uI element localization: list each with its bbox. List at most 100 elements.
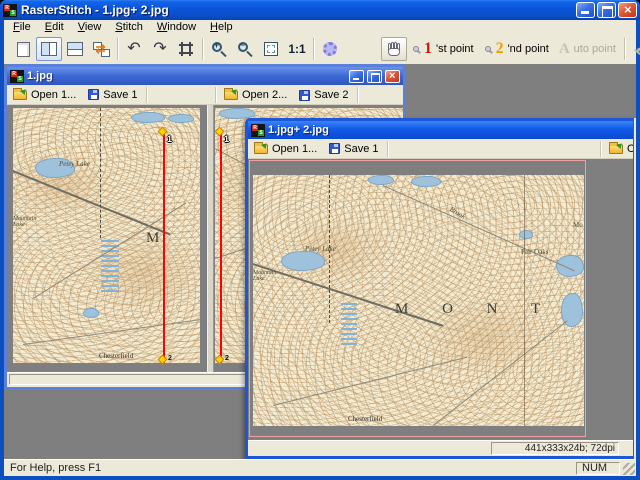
toolbar-separator: [146, 87, 147, 103]
front-window-statusbar: 441x333x24b; 72dpi: [248, 440, 636, 456]
front-window-titlebar[interactable]: 1.jpg+ 2.jpg: [248, 121, 636, 139]
front-save1-label: Save 1: [344, 143, 378, 155]
open-folder-icon: [609, 144, 623, 154]
split-horizontal-button[interactable]: [62, 37, 88, 61]
petey-lake-shape: [281, 251, 325, 271]
save1-label: Save 1: [103, 89, 137, 101]
back-window-titlebar[interactable]: 1.jpg: [7, 67, 403, 85]
window-frame: File Edit View Stitch Window Help + − 1:…: [0, 20, 640, 480]
first-point-marker-label: 1: [224, 134, 229, 144]
front-open2-button[interactable]: Open 2...: [603, 139, 636, 159]
new-page-icon: [17, 42, 30, 57]
map-letters-mont: M O N T: [395, 301, 555, 318]
rotate-right-button[interactable]: [147, 37, 173, 61]
document-icon: [251, 124, 265, 137]
lake-shape: [168, 114, 194, 123]
pan-tool-button[interactable]: [381, 37, 407, 61]
second-point-marker-label: 2: [225, 355, 229, 362]
crop-button[interactable]: [173, 37, 199, 61]
rasterstitch-app: RasterStitch - 1.jpg+ 2.jpg File Edit Vi…: [0, 0, 640, 480]
image1-map[interactable]: Petey Lake Mountain Lake M Chesterfield: [13, 108, 200, 363]
second-point-button[interactable]: 2 'nd point: [479, 37, 554, 61]
resize-grip[interactable]: [623, 463, 635, 475]
save1-button[interactable]: Save 1: [82, 85, 143, 105]
main-titlebar[interactable]: RasterStitch - 1.jpg+ 2.jpg: [0, 0, 640, 20]
running-man-icon: [633, 42, 640, 57]
front-save1-button[interactable]: Save 1: [323, 139, 384, 159]
document-icon: [10, 70, 24, 83]
num-lock-indicator: NUM: [576, 462, 620, 475]
second-point-label: 'nd point: [508, 43, 549, 55]
open-folder-icon: [13, 90, 27, 100]
split-vertical-button[interactable]: [36, 37, 62, 61]
crop-icon: [178, 41, 194, 57]
rotate-left-button[interactable]: [121, 37, 147, 61]
back-close-button[interactable]: [385, 70, 400, 83]
menu-file[interactable]: File: [6, 20, 38, 34]
mdi-area: 1.jpg Open 1... Save 1: [4, 64, 636, 459]
menu-edit[interactable]: Edit: [38, 20, 71, 34]
main-statusbar: For Help, press F1 NUM: [4, 459, 636, 476]
toolbar-separator: [600, 141, 601, 157]
vertical-split-icon: [41, 42, 57, 56]
options-button[interactable]: [317, 37, 343, 61]
menu-view[interactable]: View: [71, 20, 109, 34]
open-folder-icon: [224, 90, 238, 100]
gear-icon: [323, 42, 337, 56]
fit-to-window-button[interactable]: [258, 37, 284, 61]
pane-splitter[interactable]: [207, 105, 214, 372]
auto-point-button[interactable]: A uto point: [554, 37, 621, 61]
front-window-body: Brook Fair Oaks Mo Petey Lake Mountain L…: [248, 159, 636, 440]
front-window-toolbar: Open 1... Save 1 Open 2...: [248, 139, 636, 159]
back-window-title: 1.jpg: [27, 70, 346, 82]
close-button[interactable]: [618, 2, 637, 18]
stitch-preview-frame: Brook Fair Oaks Mo Petey Lake Mountain L…: [249, 160, 586, 437]
marsh-shape: [101, 240, 119, 292]
marsh-shape: [341, 303, 357, 345]
back-minimize-button[interactable]: [349, 70, 364, 83]
stitched-result-window: 1.jpg+ 2.jpg Open 1... Save 1 Ope: [245, 118, 636, 459]
maximize-button[interactable]: [597, 2, 616, 18]
petey-lake-label: Petey Lake: [305, 245, 336, 253]
pin-icon: [484, 43, 494, 56]
floppy-disk-icon: [299, 90, 310, 101]
front-open1-button[interactable]: Open 1...: [248, 139, 323, 159]
open2-label: Open 2...: [242, 89, 287, 101]
menu-window[interactable]: Window: [150, 20, 203, 34]
road-line: [383, 185, 575, 271]
menu-stitch[interactable]: Stitch: [108, 20, 150, 34]
second-point-marker-label: 2: [168, 355, 172, 362]
open1-button[interactable]: Open 1...: [7, 85, 82, 105]
toolbar-separator: [215, 87, 216, 103]
stitched-map[interactable]: Brook Fair Oaks Mo Petey Lake Mountain L…: [253, 175, 584, 426]
zoom-in-button[interactable]: +: [206, 37, 232, 61]
menubar: File Edit View Stitch Window Help: [4, 20, 636, 34]
back-maximize-button[interactable]: [367, 70, 382, 83]
auto-point-label: uto point: [574, 43, 616, 55]
app-icon: [3, 4, 17, 17]
open2-button[interactable]: Open 2...: [218, 85, 293, 105]
front-window-title: 1.jpg+ 2.jpg: [268, 124, 636, 136]
stitch-seam-line: [524, 175, 525, 426]
menu-help[interactable]: Help: [203, 20, 240, 34]
lake-shape: [368, 175, 394, 185]
first-point-button[interactable]: 1 'st point: [407, 37, 479, 61]
status-help-text: For Help, press F1: [4, 462, 576, 474]
first-point-number: 1: [424, 40, 432, 58]
main-toolbar: + − 1:1 1 'st point 2 'nd point A uto po…: [4, 34, 636, 64]
horizontal-split-icon: [67, 42, 83, 56]
front-open1-label: Open 1...: [272, 143, 317, 155]
minimize-button[interactable]: [576, 2, 595, 18]
window-controls: [576, 2, 637, 18]
road-line: [273, 357, 467, 406]
pin-icon: [412, 43, 422, 56]
new-document-button[interactable]: [10, 37, 36, 61]
actual-size-button[interactable]: 1:1: [284, 37, 310, 61]
save2-button[interactable]: Save 2: [293, 85, 354, 105]
swap-images-button[interactable]: [88, 37, 114, 61]
stitch-button[interactable]: Stitch!: [628, 37, 640, 61]
zoom-out-button[interactable]: −: [232, 37, 258, 61]
stitch-line-1: [163, 132, 165, 363]
road-line: [433, 320, 568, 425]
lake-shape: [556, 255, 584, 277]
